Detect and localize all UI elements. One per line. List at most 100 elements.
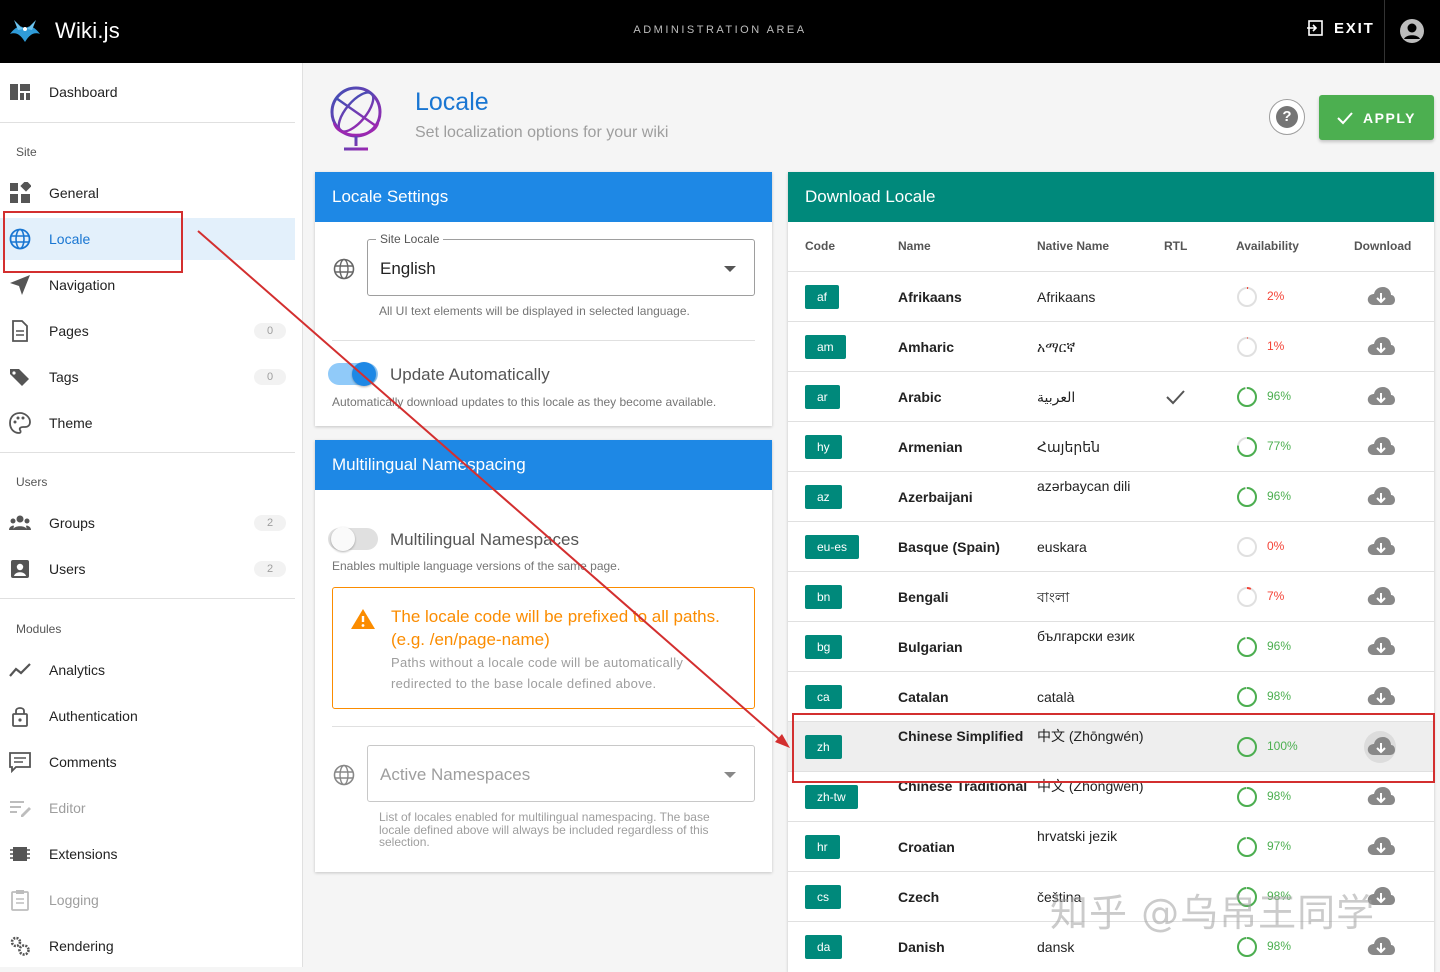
cloud-download-icon bbox=[1367, 437, 1395, 455]
locale-row[interactable]: bg Bulgarian български език 96% bbox=[788, 621, 1434, 671]
availability-progress-icon bbox=[1237, 887, 1257, 907]
sidebar-item-theme[interactable]: Theme bbox=[0, 402, 295, 444]
locale-row[interactable]: ca Catalan català 98% bbox=[788, 671, 1434, 721]
download-cloud-button[interactable] bbox=[1366, 784, 1396, 810]
availability-percent: 2% bbox=[1267, 289, 1285, 303]
help-button[interactable]: ? bbox=[1269, 99, 1305, 135]
download-cloud-button[interactable] bbox=[1366, 884, 1396, 910]
download-cloud-button[interactable] bbox=[1366, 684, 1396, 710]
download-cloud-button[interactable] bbox=[1366, 584, 1396, 610]
exit-icon bbox=[1307, 20, 1323, 36]
download-cloud-button[interactable] bbox=[1366, 484, 1396, 510]
warning-alert: The locale code will be prefixed to all … bbox=[332, 587, 755, 709]
locale-name: Catalan bbox=[898, 689, 949, 705]
palette-icon bbox=[9, 412, 31, 434]
sidebar-item-label: Dashboard bbox=[49, 84, 118, 100]
locale-name: Bengali bbox=[898, 589, 949, 605]
sidebar-item-locale[interactable]: Locale bbox=[0, 218, 295, 260]
exit-label: EXIT bbox=[1334, 19, 1375, 37]
cloud-download-icon bbox=[1367, 487, 1395, 505]
locale-native-name: বাংলা bbox=[1037, 589, 1070, 605]
cloud-download-icon bbox=[1367, 387, 1395, 405]
rtl-check-icon bbox=[1166, 390, 1185, 405]
download-cloud-button[interactable] bbox=[1366, 634, 1396, 660]
lock-icon bbox=[12, 707, 28, 727]
site-locale-select[interactable]: Site Locale English bbox=[367, 232, 755, 296]
count-badge: 0 bbox=[254, 323, 286, 339]
sidebar-item-rendering[interactable]: Rendering bbox=[0, 925, 295, 967]
locale-code-chip: ar bbox=[805, 385, 840, 409]
sidebar-item-users[interactable]: Users 2 bbox=[0, 548, 295, 590]
locale-row[interactable]: da Danish dansk 98% bbox=[788, 921, 1434, 971]
download-cloud-button[interactable] bbox=[1366, 534, 1396, 560]
download-cloud-button[interactable] bbox=[1366, 334, 1396, 360]
availability-percent: 96% bbox=[1267, 639, 1292, 653]
exit-button[interactable]: EXIT bbox=[1306, 19, 1375, 37]
column-header[interactable]: Code bbox=[805, 239, 835, 253]
active-namespaces-select[interactable]: Active Namespaces bbox=[367, 745, 755, 802]
sidebar-item-label: Groups bbox=[49, 515, 95, 531]
auto-update-toggle[interactable] bbox=[328, 359, 378, 389]
site-locale-hint: All UI text elements will be displayed i… bbox=[379, 304, 690, 318]
column-header[interactable]: Download bbox=[1354, 239, 1411, 253]
column-header[interactable]: Availability bbox=[1236, 239, 1299, 253]
editor-icon bbox=[10, 801, 31, 817]
language-icon bbox=[333, 258, 355, 280]
sidebar-item-groups[interactable]: Groups 2 bbox=[0, 502, 295, 544]
locale-row[interactable]: zh-tw Chinese Traditional 中文 (Zhōngwén) 98% bbox=[788, 771, 1434, 821]
sidebar-item-comments[interactable]: Comments bbox=[0, 741, 295, 783]
locale-row[interactable]: az Azerbaijani azərbaycan dili 96% bbox=[788, 471, 1434, 521]
column-header[interactable]: Native Name bbox=[1037, 239, 1109, 253]
locale-row[interactable]: af Afrikaans Afrikaans 2% bbox=[788, 271, 1434, 321]
download-cloud-button[interactable] bbox=[1366, 384, 1396, 410]
locale-row[interactable]: cs Czech čeština 98% bbox=[788, 871, 1434, 921]
sidebar-item-analytics[interactable]: Analytics bbox=[0, 649, 295, 691]
locale-row[interactable]: am Amharic አማርኛ 1% bbox=[788, 321, 1434, 371]
account-icon[interactable] bbox=[1399, 18, 1425, 44]
sidebar-item-extensions[interactable]: Extensions bbox=[0, 833, 295, 875]
download-cloud-button[interactable] bbox=[1366, 434, 1396, 460]
download-cloud-button[interactable] bbox=[1366, 834, 1396, 860]
sidebar-item-label: Pages bbox=[49, 323, 89, 339]
locale-native-name: Afrikaans bbox=[1037, 289, 1096, 305]
sidebar-item-dashboard[interactable]: Dashboard bbox=[0, 71, 295, 113]
count-badge: 0 bbox=[254, 369, 286, 385]
multilingual-namespaces-toggle[interactable] bbox=[328, 524, 378, 554]
locale-row[interactable]: hy Armenian Հայերեն 77% bbox=[788, 421, 1434, 471]
download-cloud-button[interactable] bbox=[1366, 934, 1396, 960]
sidebar-item-logging[interactable]: Logging bbox=[0, 879, 295, 921]
sidebar-item-label: Rendering bbox=[49, 938, 114, 954]
comment-icon bbox=[9, 752, 31, 773]
sidebar-item-pages[interactable]: Pages 0 bbox=[0, 310, 295, 352]
sidebar-item-general[interactable]: General bbox=[0, 172, 295, 214]
download-cloud-button[interactable] bbox=[1366, 284, 1396, 310]
cloud-download-icon bbox=[1367, 587, 1395, 605]
availability-percent: 96% bbox=[1267, 489, 1292, 503]
download-cloud-button[interactable] bbox=[1364, 731, 1396, 763]
sidebar-item-label: Authentication bbox=[49, 708, 138, 724]
column-header[interactable]: RTL bbox=[1164, 239, 1187, 253]
locale-row[interactable]: hr Croatian hrvatski jezik 97% bbox=[788, 821, 1434, 871]
sidebar-item-navigation[interactable]: Navigation bbox=[0, 264, 295, 306]
sidebar-item-label: Editor bbox=[49, 800, 86, 816]
locale-row[interactable]: eu-es Basque (Spain) euskara 0% bbox=[788, 521, 1434, 571]
sidebar-item-label: Logging bbox=[49, 892, 99, 908]
sidebar-item-label: Tags bbox=[49, 369, 79, 385]
apply-button[interactable]: APPLY bbox=[1319, 95, 1434, 140]
sidebar-item-tags[interactable]: Tags 0 bbox=[0, 356, 295, 398]
globe-icon bbox=[9, 228, 31, 250]
sidebar-item-label: Extensions bbox=[49, 846, 118, 862]
column-header[interactable]: Name bbox=[898, 239, 931, 253]
locale-code-chip: hr bbox=[805, 835, 840, 859]
locale-row[interactable]: zh Chinese Simplified 中文 (Zhōngwén) 100% bbox=[788, 721, 1434, 771]
availability-percent: 98% bbox=[1267, 889, 1292, 903]
admin-area-title: ADMINISTRATION AREA bbox=[633, 24, 807, 36]
site-locale-value: English bbox=[380, 259, 436, 278]
availability-progress-icon bbox=[1237, 837, 1257, 857]
sidebar-item-authentication[interactable]: Authentication bbox=[0, 695, 295, 737]
sidebar-item-label: Theme bbox=[49, 415, 93, 431]
sidebar-item-label: Locale bbox=[49, 231, 91, 247]
locale-row[interactable]: bn Bengali বাংলা 7% bbox=[788, 571, 1434, 621]
locale-row[interactable]: ar Arabic العربية 96% bbox=[788, 371, 1434, 421]
sidebar-item-editor[interactable]: Editor bbox=[0, 787, 295, 829]
